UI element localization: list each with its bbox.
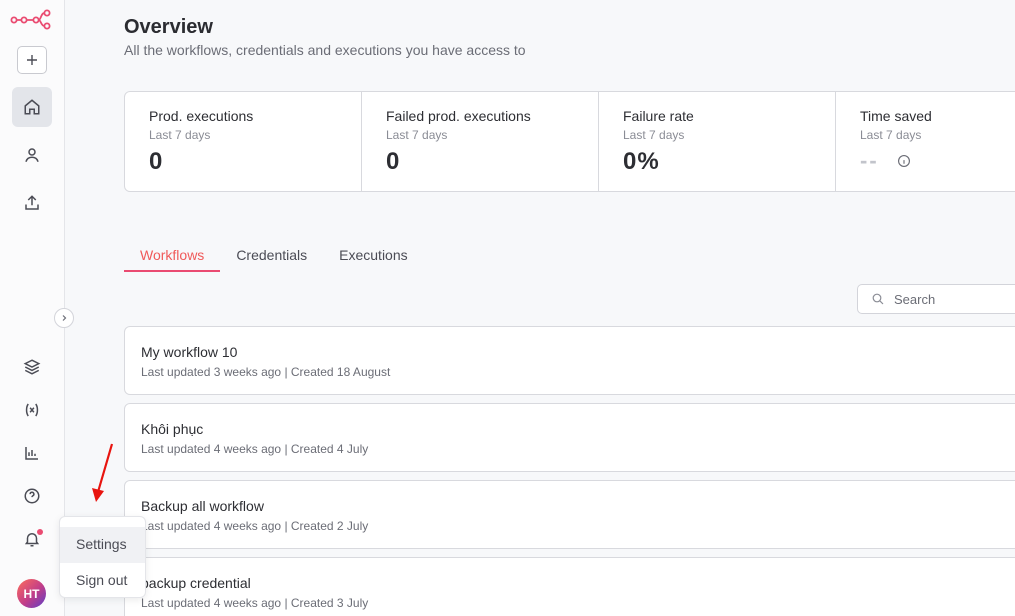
sidebar: HT — [0, 0, 74, 616]
menu-item-settings[interactable]: Settings — [60, 527, 145, 563]
search-box[interactable] — [857, 284, 1015, 314]
stat-period: Last 7 days — [860, 128, 922, 142]
workflow-card[interactable]: Backup all workflow Last updated 4 weeks… — [124, 480, 1015, 549]
sidebar-item-shared[interactable] — [12, 183, 52, 223]
workflow-name: My workflow 10 — [141, 344, 238, 360]
workflow-list: My workflow 10 Last updated 3 weeks ago … — [124, 326, 1015, 616]
sidebar-item-help[interactable] — [12, 476, 52, 516]
stat-value: -- — [860, 148, 879, 173]
avatar-initials: HT — [23, 586, 40, 601]
menu-item-sign-out[interactable]: Sign out — [60, 563, 145, 599]
workflow-meta: Last updated 4 weeks ago | Created 3 Jul… — [141, 596, 369, 610]
search-input[interactable] — [894, 291, 1014, 307]
notification-badge — [37, 529, 43, 535]
workflow-card[interactable]: My workflow 10 Last updated 3 weeks ago … — [124, 326, 1015, 395]
share-icon — [25, 195, 39, 210]
stat-value: 0 — [149, 148, 164, 175]
tabs: Workflows Credentials Executions — [124, 243, 424, 272]
stat-title: Failed prod. executions — [386, 108, 531, 124]
chevron-right-icon — [62, 315, 67, 321]
stat-failed-executions[interactable]: Failed prod. executions Last 7 days 0 — [362, 92, 599, 191]
chart-icon — [25, 447, 38, 460]
workflow-meta: Last updated 3 weeks ago | Created 18 Au… — [141, 365, 391, 379]
stat-value-row: -- — [860, 148, 1015, 174]
workflow-meta: Last updated 4 weeks ago | Created 4 Jul… — [141, 442, 369, 456]
avatar[interactable]: HT — [17, 579, 46, 608]
stats-bar: Prod. executions Last 7 days 0 Failed pr… — [124, 91, 1015, 192]
stat-title: Failure rate — [623, 108, 694, 124]
sidebar-item-notifications[interactable] — [12, 519, 52, 559]
plus-icon — [27, 55, 37, 65]
workflow-name: Backup all workflow — [141, 498, 264, 514]
main-content: Overview All the workflows, credentials … — [66, 0, 1015, 616]
box-icon — [23, 359, 41, 375]
home-icon — [24, 99, 40, 115]
workflow-card[interactable]: backup credential Last updated 4 weeks a… — [124, 557, 1015, 616]
user-menu: Settings Sign out — [59, 516, 146, 598]
app-root: HT Overview All the workflows, credentia… — [0, 0, 1015, 616]
sidebar-item-variables[interactable] — [12, 390, 52, 430]
info-icon[interactable] — [897, 154, 911, 168]
workflow-card[interactable]: Khôi phục Last updated 4 weeks ago | Cre… — [124, 403, 1015, 472]
stat-period: Last 7 days — [623, 128, 685, 142]
n8n-logo-icon[interactable] — [10, 8, 52, 30]
add-button[interactable] — [17, 46, 47, 74]
user-icon — [25, 148, 39, 162]
page-subtitle: All the workflows, credentials and execu… — [124, 42, 526, 58]
stat-title: Time saved — [860, 108, 932, 124]
sidebar-item-templates[interactable] — [12, 347, 52, 387]
collapse-sidebar-button[interactable] — [54, 308, 74, 328]
variables-icon — [25, 403, 39, 417]
tab-executions[interactable]: Executions — [323, 243, 423, 272]
stat-failure-rate[interactable]: Failure rate Last 7 days 0% — [599, 92, 836, 191]
help-icon — [24, 488, 40, 504]
stat-title: Prod. executions — [149, 108, 254, 124]
annotation-arrow-icon — [92, 443, 114, 502]
workflow-name: backup credential — [141, 575, 251, 591]
search-icon — [872, 293, 884, 305]
stat-value: 0% — [623, 148, 660, 175]
tab-credentials[interactable]: Credentials — [220, 243, 323, 272]
stat-period: Last 7 days — [386, 128, 448, 142]
stat-period: Last 7 days — [149, 128, 211, 142]
workflow-name: Khôi phục — [141, 421, 204, 437]
sidebar-item-personal[interactable] — [12, 135, 52, 175]
tab-workflows[interactable]: Workflows — [124, 243, 221, 272]
workflow-meta: Last updated 4 weeks ago | Created 2 Jul… — [141, 519, 369, 533]
stat-time-saved[interactable]: Time saved Last 7 days -- — [836, 92, 1015, 191]
sidebar-item-insights[interactable] — [12, 433, 52, 473]
sidebar-item-overview[interactable] — [12, 87, 52, 127]
stat-value: 0 — [386, 148, 401, 175]
stat-prod-executions[interactable]: Prod. executions Last 7 days 0 — [125, 92, 362, 191]
page-title: Overview — [124, 16, 213, 38]
